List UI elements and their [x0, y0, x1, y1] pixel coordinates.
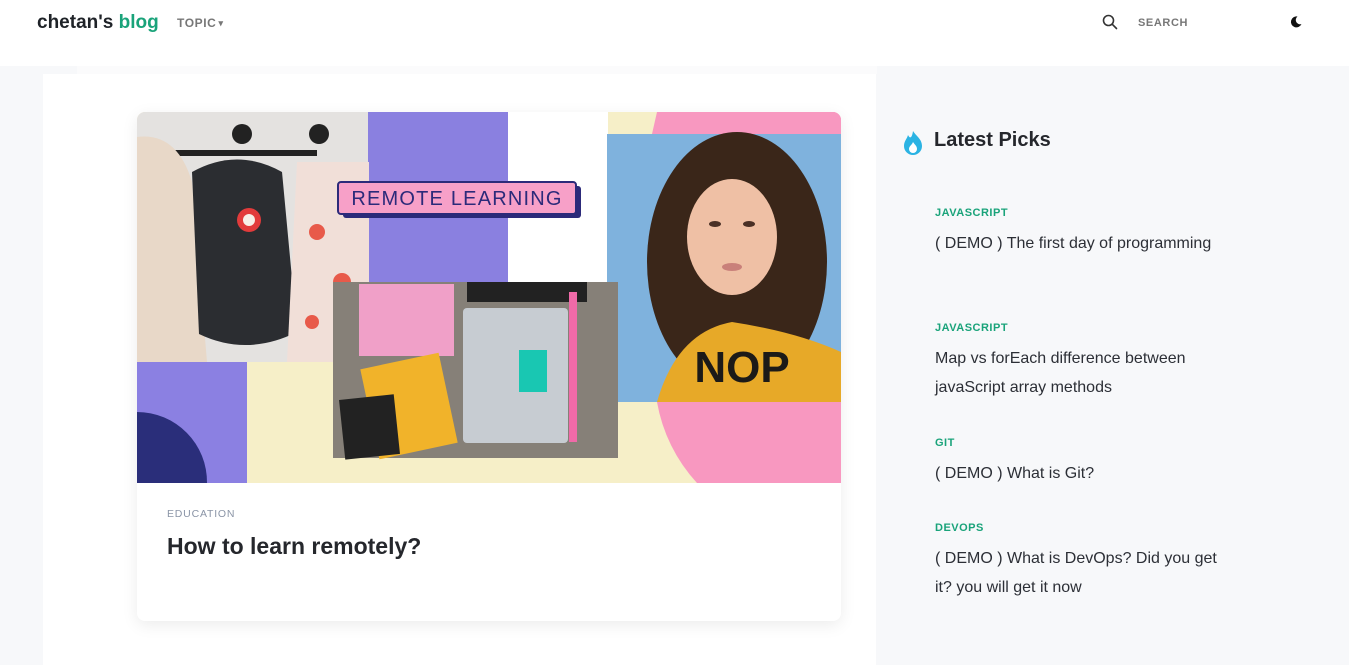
- search-input[interactable]: [1138, 15, 1258, 31]
- moon-icon[interactable]: [1289, 15, 1303, 29]
- pick-title[interactable]: ( DEMO ) What is Git?: [935, 459, 1225, 488]
- chevron-down-icon: ▾: [218, 18, 224, 28]
- pick-category[interactable]: JAVASCRIPT: [935, 207, 1225, 219]
- featured-post-card[interactable]: NOP REMOTE LEARNING EDUCATION How to lea…: [137, 112, 841, 621]
- site-header: chetan's blog TOPIC ▾: [0, 0, 1349, 66]
- topic-dropdown[interactable]: TOPIC ▾: [177, 16, 224, 30]
- topic-label: TOPIC: [177, 16, 217, 30]
- pick-category[interactable]: GIT: [935, 437, 1225, 449]
- pick-item: JAVASCRIPT ( DEMO ) The first day of pro…: [935, 207, 1225, 258]
- pick-item: JAVASCRIPT Map vs forEach difference bet…: [935, 322, 1225, 402]
- site-logo[interactable]: chetan's blog: [37, 12, 159, 34]
- svg-text:NOP: NOP: [694, 343, 789, 392]
- logo-text: chetan's: [37, 12, 114, 33]
- pick-title[interactable]: ( DEMO ) The first day of programming: [935, 229, 1225, 258]
- pick-category[interactable]: DEVOPS: [935, 522, 1225, 534]
- pick-item: GIT ( DEMO ) What is Git?: [935, 437, 1225, 488]
- pick-title[interactable]: Map vs forEach difference between javaSc…: [935, 344, 1225, 402]
- search-icon[interactable]: [1102, 14, 1118, 30]
- pick-category[interactable]: JAVASCRIPT: [935, 322, 1225, 334]
- latest-picks-title: Latest Picks: [934, 129, 1051, 151]
- featured-post-image: NOP REMOTE LEARNING: [137, 112, 841, 483]
- logo-accent-text: blog: [118, 12, 159, 33]
- post-title[interactable]: How to learn remotely?: [167, 533, 421, 560]
- image-label-text: REMOTE LEARNING: [351, 188, 562, 210]
- header-divider: [77, 66, 877, 74]
- pick-title[interactable]: ( DEMO ) What is DevOps? Did you get it?…: [935, 544, 1225, 602]
- post-category[interactable]: EDUCATION: [167, 508, 235, 520]
- pick-item: DEVOPS ( DEMO ) What is DevOps? Did you …: [935, 522, 1225, 602]
- flame-icon: [904, 131, 922, 155]
